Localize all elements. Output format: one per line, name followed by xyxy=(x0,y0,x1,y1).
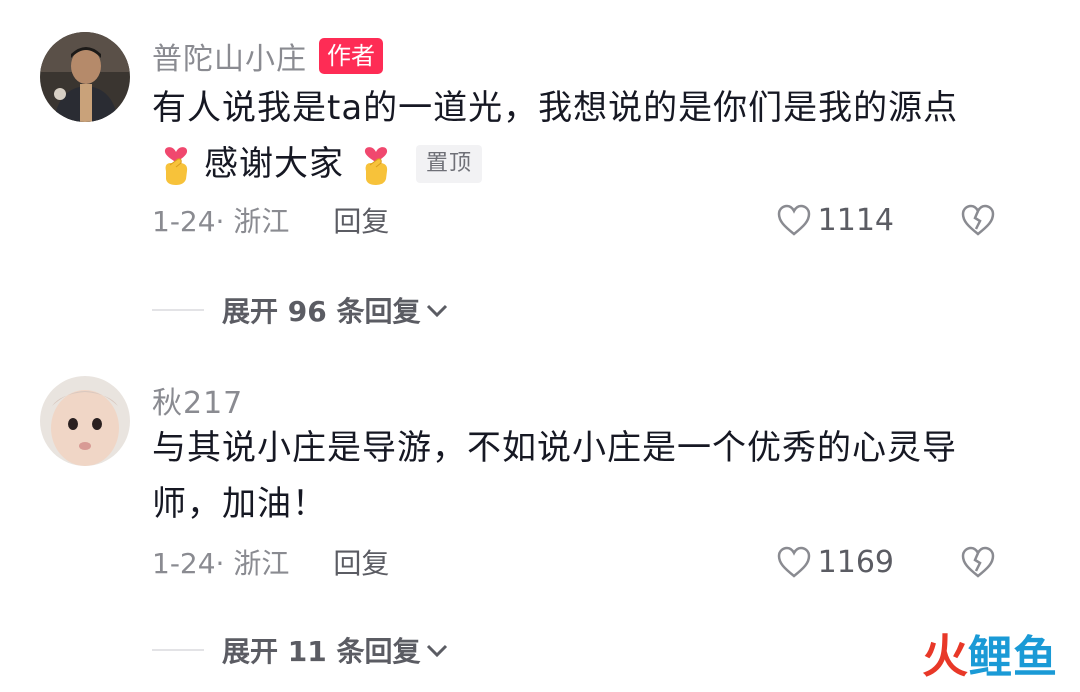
divider-line xyxy=(152,309,204,311)
watermark-text: 火 xyxy=(922,629,968,683)
comment-date-location: 1-24· 浙江 xyxy=(152,547,290,580)
comment-text: 与其说小庄是导游，不如说小庄是一个优秀的心灵导 师，加油！ xyxy=(152,420,1052,532)
like-button[interactable]: 1169 xyxy=(776,545,894,580)
like-button[interactable]: 1114 xyxy=(776,203,894,238)
reply-button[interactable]: 回复 xyxy=(333,542,389,582)
chevron-down-icon[interactable] xyxy=(424,300,450,320)
divider-line xyxy=(152,649,204,651)
comment-date-location: 1-24· 浙江 xyxy=(152,205,290,238)
chevron-down-icon[interactable] xyxy=(424,640,450,660)
comment-line: 有人说我是ta的一道光，我想说的是你们是我的源点 xyxy=(152,88,959,128)
finger-heart-icon xyxy=(164,147,188,185)
watermark-logo: 火 鲤鱼 xyxy=(922,620,1058,686)
watermark-text: 鲤鱼 xyxy=(968,632,1058,683)
reply-button[interactable]: 回复 xyxy=(333,200,389,240)
like-count: 1169 xyxy=(817,544,894,580)
username[interactable]: 普陀山小庄 xyxy=(152,34,307,78)
comment-text: 有人说我是ta的一道光，我想说的是你们是我的源点 感谢大家 置顶 xyxy=(152,80,1052,192)
like-count: 1114 xyxy=(817,202,894,238)
avatar[interactable] xyxy=(40,32,130,122)
expand-replies-button[interactable]: 展开 96 条回复 xyxy=(222,290,420,330)
broken-heart-icon[interactable] xyxy=(960,203,996,237)
avatar[interactable] xyxy=(40,376,130,466)
author-badge: 作者 xyxy=(319,38,383,74)
broken-heart-icon[interactable] xyxy=(960,545,996,579)
finger-heart-icon xyxy=(364,147,388,185)
comment-line: 与其说小庄是导游，不如说小庄是一个优秀的心灵导 xyxy=(152,428,957,468)
heart-outline-icon xyxy=(777,204,810,236)
comment-line: 师，加油！ xyxy=(152,484,327,524)
username[interactable]: 秋217 xyxy=(152,378,243,422)
heart-outline-icon xyxy=(777,546,810,578)
comment-line: 感谢大家 xyxy=(204,144,344,184)
expand-replies-button[interactable]: 展开 11 条回复 xyxy=(222,630,420,670)
pinned-badge: 置顶 xyxy=(416,145,483,183)
